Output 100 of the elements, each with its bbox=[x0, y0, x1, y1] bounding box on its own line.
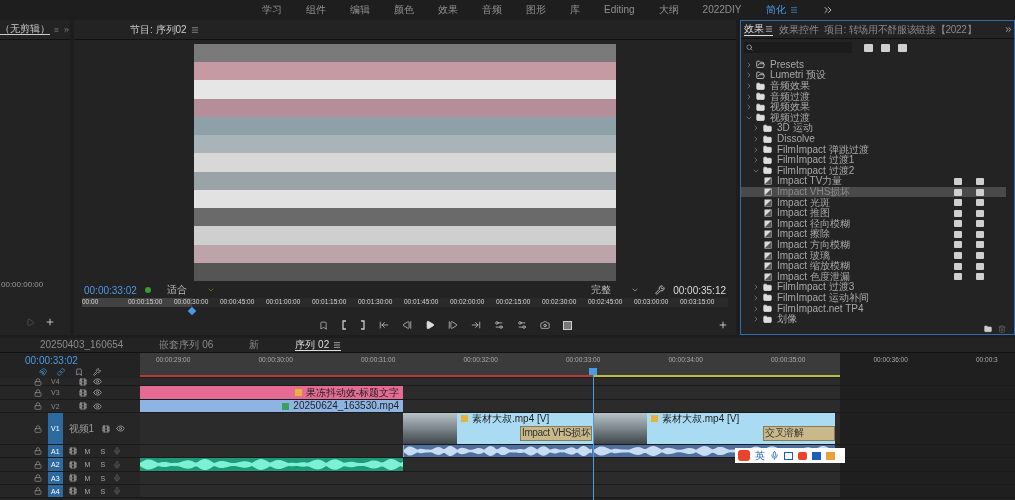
film-icon[interactable] bbox=[78, 388, 87, 397]
lock-icon[interactable] bbox=[34, 474, 42, 482]
effects-tree-item[interactable]: Presets bbox=[741, 59, 1006, 71]
audio-clip[interactable] bbox=[403, 445, 593, 457]
lock-icon[interactable] bbox=[34, 377, 42, 386]
quality-dropdown[interactable]: 完整 bbox=[591, 285, 640, 295]
panel-tab[interactable]: 项目: 转场用不舒服该链接【2022】 bbox=[824, 24, 977, 35]
audio-clip[interactable] bbox=[140, 458, 403, 471]
eye-icon[interactable] bbox=[92, 401, 102, 411]
effects-tree-item[interactable]: 划像 bbox=[741, 313, 1006, 325]
eye-icon[interactable] bbox=[92, 388, 102, 397]
add-marker-icon[interactable] bbox=[318, 320, 328, 330]
add-button-icon[interactable] bbox=[718, 320, 728, 330]
eye-icon[interactable] bbox=[116, 424, 126, 433]
compare-icon[interactable] bbox=[562, 320, 572, 330]
step-forward-icon[interactable] bbox=[447, 320, 458, 330]
settings-wrench-icon[interactable] bbox=[655, 285, 666, 295]
film-icon[interactable] bbox=[68, 447, 77, 455]
program-monitor-tab[interactable]: 节目: 序列02 bbox=[130, 24, 187, 35]
effects-tree-item[interactable]: Impact TV力量 bbox=[741, 176, 1006, 187]
step-back-icon[interactable] bbox=[401, 320, 412, 330]
sequence-tab[interactable]: 20250403_160654 bbox=[40, 340, 124, 350]
workspace-tab[interactable]: 音频 bbox=[482, 5, 502, 15]
link-icon[interactable] bbox=[57, 367, 65, 376]
menu-icon[interactable] bbox=[190, 25, 199, 34]
microphone-icon[interactable] bbox=[770, 451, 779, 460]
film-icon[interactable] bbox=[68, 474, 77, 482]
program-timecode[interactable]: 00:00:33:02 bbox=[84, 282, 137, 298]
add-button-icon[interactable] bbox=[45, 317, 55, 327]
effects-tree-item[interactable]: Impact 光斑 bbox=[741, 197, 1006, 208]
effects-tree-item[interactable]: Impact 缩放模糊 bbox=[741, 260, 1006, 272]
go-to-in-icon[interactable] bbox=[378, 320, 389, 330]
workspace-tab[interactable]: 效果 bbox=[438, 5, 458, 15]
playhead-handle-icon[interactable] bbox=[187, 306, 197, 316]
title-clip[interactable]: 果冻抖动效-标题文字 bbox=[140, 386, 403, 399]
workspace-tab[interactable]: 2022DIY bbox=[702, 5, 742, 15]
effects-tree-item[interactable]: 视频过渡 bbox=[741, 112, 1006, 124]
effects-tree-item[interactable]: FilmImpact 弹跳过渡 bbox=[741, 144, 1006, 155]
ime-toolbar[interactable]: 英 bbox=[735, 448, 845, 463]
workspace-tab[interactable]: 库 bbox=[570, 5, 580, 15]
film-icon[interactable] bbox=[78, 402, 87, 410]
lock-icon[interactable] bbox=[34, 402, 42, 410]
nested-sequence-clip[interactable]: 20250624_163530.mp4 bbox=[140, 400, 403, 412]
zoom-dropdown[interactable]: 适合 bbox=[166, 285, 215, 295]
effects-tree-item[interactable]: Impact 玻璃 bbox=[741, 250, 1006, 261]
panel-tab[interactable]: 效果 bbox=[744, 23, 774, 36]
go-to-out-icon[interactable] bbox=[470, 320, 481, 330]
lock-icon[interactable] bbox=[34, 424, 42, 433]
workspace-tab[interactable]: 颜色 bbox=[394, 5, 414, 15]
mark-out-icon[interactable] bbox=[359, 320, 366, 330]
magnet-icon[interactable] bbox=[39, 367, 47, 376]
film-icon[interactable] bbox=[78, 377, 87, 386]
menu-icon[interactable] bbox=[765, 24, 774, 33]
search-field[interactable] bbox=[744, 42, 852, 54]
menu-icon[interactable] bbox=[333, 340, 342, 349]
source-panel-tab[interactable]: （无剪辑） bbox=[0, 24, 50, 35]
film-icon[interactable] bbox=[68, 460, 77, 469]
panel-tab[interactable]: 效果控件 bbox=[779, 24, 819, 35]
grid-icon[interactable] bbox=[812, 451, 821, 460]
timeline-timecode[interactable]: 00:00:33:02 bbox=[25, 355, 140, 366]
effects-tree-item[interactable]: Impact 方向模糊 bbox=[741, 239, 1006, 251]
workspace-tab[interactable]: 大纲 bbox=[658, 5, 679, 15]
effects-tree-item[interactable]: FilmImpact 过渡2 bbox=[741, 165, 1006, 177]
effects-tree-item[interactable]: FilmImpact 过渡3 bbox=[741, 282, 1006, 293]
workspace-tab[interactable]: 组件 bbox=[306, 5, 326, 15]
playhead-handle-icon[interactable] bbox=[589, 368, 597, 375]
camera-icon[interactable] bbox=[539, 320, 550, 330]
workspace-tab[interactable]: 图形 bbox=[526, 5, 546, 15]
effects-tree-item[interactable]: Lumetri 预设 bbox=[741, 70, 1006, 81]
effects-tree-item[interactable]: 3D 运动 bbox=[741, 123, 1006, 134]
effects-tree-item[interactable]: Impact 色度泄漏 bbox=[741, 271, 1006, 283]
effects-tree-item[interactable]: 音频过渡 bbox=[741, 91, 1006, 102]
ime-mode[interactable]: 英 bbox=[755, 450, 765, 461]
more-workspaces-icon[interactable] bbox=[821, 4, 834, 16]
keyboard-icon[interactable] bbox=[784, 451, 793, 460]
workspace-tab[interactable]: 编辑 bbox=[350, 5, 370, 15]
film-icon[interactable] bbox=[102, 424, 111, 433]
lock-icon[interactable] bbox=[34, 487, 42, 495]
effects-tree-item[interactable]: 视频效果 bbox=[741, 101, 1006, 113]
film-icon[interactable] bbox=[68, 487, 77, 495]
effects-tree-item[interactable]: Impact 推图 bbox=[741, 207, 1006, 219]
effects-tree-item[interactable]: FilmImpact.net TP4 bbox=[741, 303, 1006, 314]
sequence-tab[interactable]: 新 bbox=[249, 340, 260, 350]
new-bin-icon[interactable] bbox=[984, 325, 992, 334]
effects-tree-item[interactable]: FilmImpact 过渡1 bbox=[741, 154, 1006, 166]
program-scrubber[interactable] bbox=[82, 298, 728, 307]
tools-icon[interactable] bbox=[826, 451, 835, 460]
effects-tree-item[interactable]: FilmImpact 运动补间 bbox=[741, 292, 1006, 304]
effects-tree-item[interactable]: 音频效果 bbox=[741, 80, 1006, 92]
transition-block[interactable]: 交叉溶解 bbox=[763, 426, 835, 441]
effects-tree-item[interactable]: Impact 擦除 bbox=[741, 229, 1006, 240]
effects-tree-item[interactable]: Dissolve bbox=[741, 133, 1006, 145]
lock-icon[interactable] bbox=[34, 388, 42, 397]
workspace-tab[interactable]: Editing bbox=[604, 5, 635, 15]
lock-icon[interactable] bbox=[34, 447, 42, 455]
settings-wrench-icon[interactable] bbox=[93, 367, 101, 376]
workspace-tab[interactable]: 学习 bbox=[262, 5, 282, 15]
play-icon[interactable] bbox=[424, 320, 435, 330]
sequence-tab[interactable]: 嵌套序列 06 bbox=[159, 340, 214, 350]
more-panels-icon[interactable] bbox=[1004, 25, 1013, 35]
